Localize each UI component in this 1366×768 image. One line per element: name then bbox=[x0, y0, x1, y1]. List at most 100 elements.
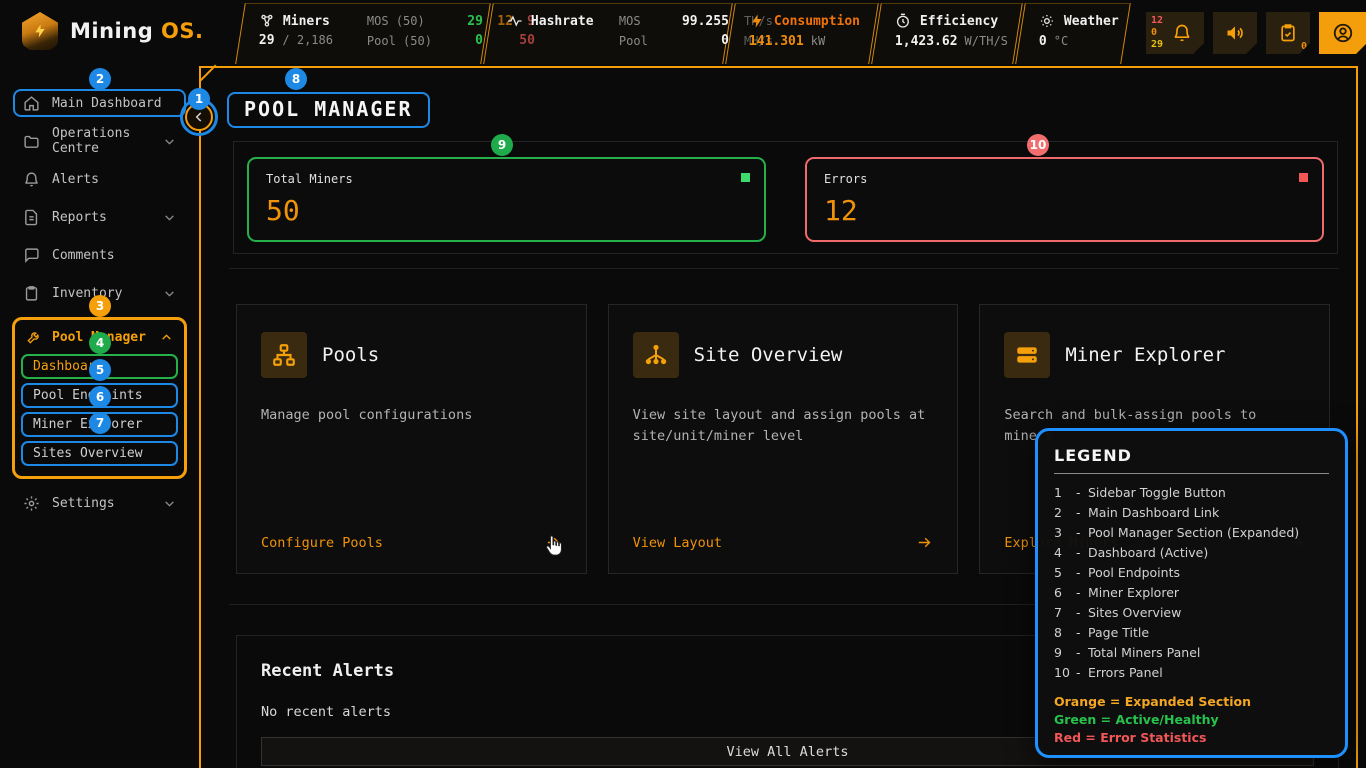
sidebar-subitem-sites-overview[interactable]: Sites Overview bbox=[21, 441, 178, 466]
page-title: POOL MANAGER bbox=[227, 92, 430, 128]
speaker-icon bbox=[1225, 23, 1245, 43]
chevron-down-icon bbox=[163, 211, 176, 224]
view-layout-link[interactable]: View Layout bbox=[633, 534, 934, 551]
annotation-badge-6: 6 bbox=[89, 386, 111, 408]
stats-row: Total Miners 50 Errors 12 bbox=[233, 141, 1338, 254]
miners-label: Miners bbox=[283, 14, 330, 29]
sidebar-item-label: Settings bbox=[52, 496, 115, 511]
card-description: View site layout and assign pools at sit… bbox=[633, 405, 934, 447]
sidebar-item-label: Alerts bbox=[52, 172, 99, 187]
file-text-icon bbox=[23, 209, 40, 226]
divider bbox=[229, 268, 1339, 269]
legend-item: 9-Total Miners Panel bbox=[1054, 643, 1329, 663]
header-weather-panel: Weather 0 °C bbox=[1015, 3, 1131, 64]
consumption-label: Consumption bbox=[774, 14, 860, 29]
tasks-button[interactable]: 0 bbox=[1266, 12, 1310, 54]
weather-icon bbox=[1039, 13, 1055, 29]
weather-unit: °C bbox=[1054, 34, 1068, 48]
consumption-icon bbox=[749, 13, 765, 29]
sidebar-item-operations-centre[interactable]: Operations Centre bbox=[13, 127, 186, 155]
sidebar-item-label: Reports bbox=[52, 210, 107, 225]
sidebar-item-alerts[interactable]: Alerts bbox=[13, 165, 186, 193]
card-icon-tile bbox=[261, 332, 307, 378]
sidebar-subitem-label: Sites Overview bbox=[33, 446, 143, 461]
annotation-badge-1: 1 bbox=[188, 88, 210, 110]
consumption-value: 141.301 bbox=[749, 34, 804, 49]
stat-value: 50 bbox=[266, 194, 747, 227]
hashrate-icon bbox=[507, 13, 523, 29]
notifications-button[interactable]: 12 0 29 bbox=[1146, 12, 1204, 54]
servers-icon bbox=[1014, 342, 1040, 368]
header-hashrate-panel: Hashrate MOS 99.255 TH/s Pool 0 MH/s bbox=[483, 3, 733, 64]
efficiency-label: Efficiency bbox=[920, 14, 998, 29]
annotation-badge-2: 2 bbox=[89, 68, 111, 90]
wrench-icon bbox=[26, 329, 42, 345]
annotation-badge-4: 4 bbox=[89, 332, 111, 354]
clipboard-icon bbox=[23, 285, 40, 302]
hashrate-pool-label: Pool bbox=[619, 34, 665, 48]
legend-divider bbox=[1054, 473, 1329, 474]
legend-item: 1-Sidebar Toggle Button bbox=[1054, 483, 1329, 503]
legend-item: 10-Errors Panel bbox=[1054, 663, 1329, 683]
site-overview-card: Site Overview View site layout and assig… bbox=[608, 304, 959, 574]
miners-total: / 2,186 bbox=[282, 33, 333, 47]
configure-pools-link[interactable]: Configure Pools bbox=[261, 534, 562, 551]
logo-icon bbox=[22, 12, 58, 50]
status-dot-green bbox=[741, 173, 750, 182]
annotation-badge-3: 3 bbox=[89, 295, 111, 317]
weather-value: 0 bbox=[1039, 34, 1047, 49]
legend-title: LEGEND bbox=[1054, 446, 1329, 465]
sidebar-item-comments[interactable]: Comments bbox=[13, 241, 186, 269]
chevron-up-icon bbox=[160, 331, 173, 344]
arrow-right-icon bbox=[916, 534, 933, 551]
sidebar-item-main-dashboard[interactable]: Main Dashboard bbox=[13, 89, 186, 117]
legend-item: 2-Main Dashboard Link bbox=[1054, 503, 1329, 523]
sidebar-item-reports[interactable]: Reports bbox=[13, 203, 186, 231]
efficiency-value: 1,423.62 bbox=[895, 34, 958, 49]
chevron-left-icon bbox=[192, 110, 206, 124]
header-consumption-panel: Consumption 141.301 kW bbox=[725, 3, 879, 64]
legend-overlay: LEGEND 1-Sidebar Toggle Button 2-Main Da… bbox=[1035, 428, 1348, 758]
card-title: Site Overview bbox=[694, 344, 843, 366]
total-miners-panel: Total Miners 50 bbox=[247, 157, 766, 242]
card-icon-tile bbox=[1004, 332, 1050, 378]
bell-icon bbox=[23, 171, 40, 188]
brand-name: Mining OS. bbox=[70, 19, 204, 43]
efficiency-icon bbox=[895, 13, 911, 29]
chat-icon bbox=[23, 247, 40, 264]
legend-key-red: Red = Error Statistics bbox=[1054, 729, 1329, 747]
legend-key-green: Green = Active/Healthy bbox=[1054, 711, 1329, 729]
stat-label: Total Miners bbox=[266, 172, 747, 186]
miners-mos-label: MOS (50) bbox=[367, 14, 453, 28]
annotation-badge-7: 7 bbox=[89, 412, 111, 434]
legend-item: 3-Pool Manager Section (Expanded) bbox=[1054, 523, 1329, 543]
legend-item: 4-Dashboard (Active) bbox=[1054, 543, 1329, 563]
sidebar-subitem-label: Miner Explorer bbox=[33, 417, 143, 432]
miners-icon bbox=[259, 13, 275, 29]
miners-pool-label: Pool (50) bbox=[367, 34, 453, 48]
stat-label: Errors bbox=[824, 172, 1305, 186]
tasks-badge: 0 bbox=[1301, 41, 1307, 52]
home-icon bbox=[23, 95, 40, 112]
card-icon-tile bbox=[633, 332, 679, 378]
card-title: Miner Explorer bbox=[1065, 344, 1225, 366]
chevron-down-icon bbox=[163, 497, 176, 510]
header-miners-panel: Miners MOS (50) 29 12 9 29 / 2,186 Pool … bbox=[235, 3, 491, 64]
mouse-cursor bbox=[543, 534, 565, 558]
annotation-badge-5: 5 bbox=[89, 359, 111, 381]
sound-button[interactable] bbox=[1213, 12, 1257, 54]
consumption-unit: kW bbox=[811, 34, 825, 48]
miners-online: 29 bbox=[453, 14, 483, 29]
top-header: Mining OS. Miners MOS (50) 29 12 9 29 bbox=[0, 0, 1366, 66]
site-tree-icon bbox=[643, 342, 669, 368]
gear-icon bbox=[23, 495, 40, 512]
notification-counts: 12 0 29 bbox=[1151, 15, 1163, 51]
account-button[interactable] bbox=[1319, 12, 1366, 54]
sidebar-item-settings[interactable]: Settings bbox=[13, 489, 186, 517]
sidebar-subitem-label: Pool Endpoints bbox=[33, 388, 143, 403]
hashrate-mos-value: 99.255 bbox=[665, 14, 729, 29]
legend-item: 7-Sites Overview bbox=[1054, 603, 1329, 623]
legend-key-orange: Orange = Expanded Section bbox=[1054, 693, 1329, 711]
hashrate-pool-value: 0 bbox=[665, 33, 729, 48]
sidebar-item-label: Main Dashboard bbox=[52, 96, 162, 111]
